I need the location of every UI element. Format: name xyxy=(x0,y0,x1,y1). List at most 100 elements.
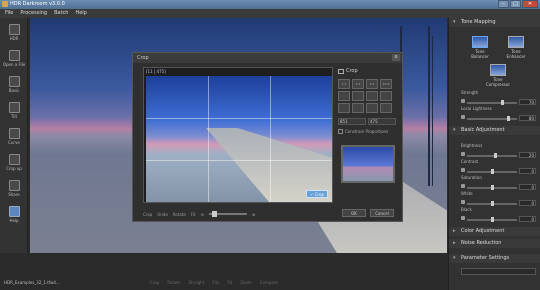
ratio-button[interactable] xyxy=(366,103,378,113)
close-button[interactable]: ✕ xyxy=(522,0,538,8)
brightness-knob[interactable] xyxy=(494,153,497,158)
grid-line xyxy=(270,76,271,202)
basic-icon xyxy=(8,76,20,87)
tone-enhancer[interactable]: Tone Enhancer xyxy=(503,36,529,59)
menu-help[interactable]: Help xyxy=(75,9,86,18)
tool-open-file[interactable]: Open a File xyxy=(2,48,26,74)
ratio-button[interactable] xyxy=(338,103,350,113)
black-value[interactable]: 0 xyxy=(519,216,536,222)
help-icon xyxy=(8,206,20,217)
ratio-button[interactable] xyxy=(366,91,378,101)
strength-value[interactable]: 70 xyxy=(519,99,536,105)
lightness-icon xyxy=(461,115,465,119)
saturation-value[interactable]: 0 xyxy=(519,184,536,190)
strength-icon xyxy=(461,99,465,103)
minimize-button[interactable]: – xyxy=(498,0,509,8)
white-knob[interactable] xyxy=(491,201,494,206)
contrast-value[interactable]: 0 xyxy=(519,168,536,174)
status-compare-button[interactable]: Compare xyxy=(260,280,278,285)
section-basic-adjustment[interactable]: ▾ Basic Adjustment xyxy=(449,126,540,135)
white-icon xyxy=(461,200,465,204)
constrain-proportions-checkbox[interactable]: Constrain Proportions xyxy=(338,129,398,134)
tool-tilt[interactable]: Tilt xyxy=(2,100,26,126)
tool-help[interactable]: Help xyxy=(2,204,26,230)
crop-icon xyxy=(338,69,344,74)
status-rotate-button[interactable]: Rotate xyxy=(167,280,180,285)
ratio-button[interactable] xyxy=(352,91,364,101)
black-knob[interactable] xyxy=(491,217,494,222)
brightness-value[interactable]: 20 xyxy=(519,152,536,158)
tone-balancer-icon xyxy=(472,36,488,48)
ok-button[interactable]: OK xyxy=(342,209,366,217)
chevron-down-icon: ▾ xyxy=(453,255,456,261)
rotate-button[interactable]: Rotate xyxy=(173,212,186,217)
ratio-button[interactable]: 3:2 xyxy=(366,79,378,89)
right-panel: ▾ Tone Mapping Tone Balancer Tone Enhance… xyxy=(448,18,540,290)
menu-processing[interactable]: Processing xyxy=(20,9,47,18)
dialog-close-button[interactable]: x xyxy=(392,54,400,61)
window-title: HDR Darkroom v3.0.0 xyxy=(10,1,65,7)
status-crop-button[interactable]: Crop xyxy=(150,280,159,285)
crop-apply-button[interactable]: ✓ Crop xyxy=(306,190,328,198)
section-color-adjustment[interactable]: ▸ Color Adjustment xyxy=(449,227,540,236)
brightness-slider[interactable] xyxy=(467,155,517,157)
parameter-preset-select[interactable] xyxy=(461,268,536,275)
ratio-button[interactable]: 16:9 xyxy=(380,79,392,89)
zoom-out-icon[interactable]: ⊖ xyxy=(201,212,204,217)
saturation-knob[interactable] xyxy=(491,185,494,190)
local-lightness-value[interactable]: 80 xyxy=(519,115,536,121)
crop-options-panel: Crop 1:1 4:3 3:2 16:9 851 475 Constrain … xyxy=(338,67,398,203)
tone-compressor[interactable]: Tone Compressor xyxy=(485,64,511,87)
folder-icon xyxy=(8,50,20,61)
width-field[interactable]: 851 xyxy=(338,118,366,125)
height-field[interactable]: 475 xyxy=(368,118,396,125)
ratio-button[interactable]: 1:1 xyxy=(338,79,350,89)
contrast-icon xyxy=(461,168,465,172)
section-noise-reduction[interactable]: ▸ Noise Reduction xyxy=(449,239,540,248)
crop-options-label: Crop xyxy=(338,67,398,76)
section-parameter-settings[interactable]: ▾ Parameter Settings xyxy=(449,254,540,263)
grid-line xyxy=(208,76,209,202)
tool-crop[interactable]: Crop up xyxy=(2,152,26,178)
file-name: HDR_Examples_32_1.tfw4... xyxy=(4,280,60,285)
crop-tool-button[interactable]: Crop xyxy=(143,212,152,217)
section-tone-mapping[interactable]: ▾ Tone Mapping xyxy=(449,18,540,27)
local-lightness-knob[interactable] xyxy=(507,116,510,121)
checkbox[interactable] xyxy=(338,129,343,134)
tool-share[interactable]: Share xyxy=(2,178,26,204)
tool-hdr[interactable]: HDR xyxy=(2,22,26,48)
chevron-right-icon: ▸ xyxy=(453,228,456,234)
strength-slider[interactable] xyxy=(467,102,517,104)
zoom-in-icon[interactable]: ⊕ xyxy=(252,212,255,217)
status-fit-button[interactable]: Fit xyxy=(227,280,232,285)
contrast-param: Contrast 0 xyxy=(461,159,536,174)
status-flip-button[interactable]: Flip xyxy=(212,280,219,285)
strength-knob[interactable] xyxy=(501,100,504,105)
tool-basic[interactable]: Basic xyxy=(2,74,26,100)
tool-curve[interactable]: Curve xyxy=(2,126,26,152)
ratio-button[interactable] xyxy=(380,91,392,101)
tone-enhancer-icon xyxy=(508,36,524,48)
status-zoom-button[interactable]: Zoom xyxy=(240,280,252,285)
ratio-button[interactable] xyxy=(352,103,364,113)
tone-balancer[interactable]: Tone Balancer xyxy=(467,36,493,59)
cancel-button[interactable]: Cancel xyxy=(370,209,394,217)
left-toolbar: HDR Open a File Basic Tilt Curve Crop up… xyxy=(0,18,28,253)
dialog-title: Crop xyxy=(133,53,402,63)
maximize-button[interactable]: □ xyxy=(510,0,521,8)
crop-preview[interactable]: [11 | 475] ✓ Crop xyxy=(143,67,333,203)
status-straight-button[interactable]: Straight xyxy=(188,280,204,285)
zoom-slider-knob[interactable] xyxy=(211,211,217,217)
fit-button[interactable]: Fit xyxy=(191,212,196,217)
ratio-button[interactable] xyxy=(380,103,392,113)
white-value[interactable]: 0 xyxy=(519,200,536,206)
zoom-slider[interactable] xyxy=(208,211,247,217)
tilt-icon xyxy=(8,102,20,113)
ratio-button[interactable] xyxy=(338,91,350,101)
menu-batch[interactable]: Batch xyxy=(54,9,68,18)
ratio-button[interactable]: 4:3 xyxy=(352,79,364,89)
menu-bar: File Processing Batch Help xyxy=(0,9,540,18)
undo-button[interactable]: Undo xyxy=(157,212,167,217)
contrast-knob[interactable] xyxy=(491,169,494,174)
menu-file[interactable]: File xyxy=(5,9,13,18)
